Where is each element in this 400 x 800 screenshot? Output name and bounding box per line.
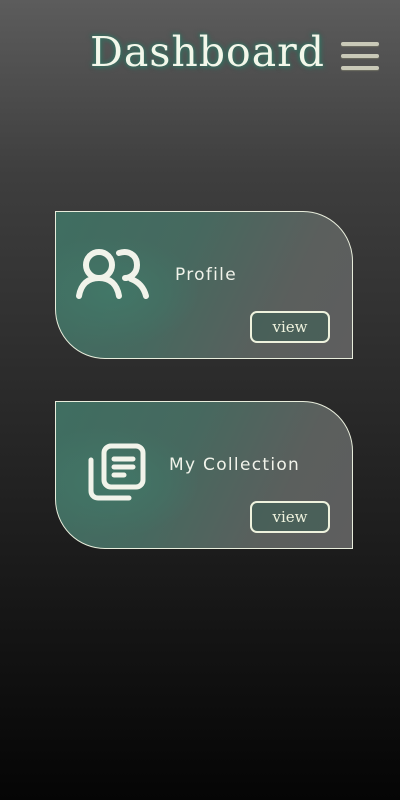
- header: Dashboard: [0, 0, 400, 110]
- collection-card[interactable]: My Collection view: [55, 401, 353, 549]
- page-title: Dashboard: [90, 28, 325, 76]
- menu-bar: [341, 66, 379, 70]
- users-icon: [75, 248, 151, 300]
- view-profile-button[interactable]: view: [250, 311, 330, 343]
- menu-button[interactable]: [340, 42, 380, 72]
- profile-card[interactable]: Profile view: [55, 211, 353, 359]
- card-label-profile: Profile: [175, 265, 237, 285]
- menu-bar: [341, 54, 379, 58]
- menu-bar: [341, 42, 379, 46]
- collection-icon: [87, 442, 147, 502]
- view-collection-button[interactable]: view: [250, 501, 330, 533]
- card-label-collection: My Collection: [169, 455, 301, 475]
